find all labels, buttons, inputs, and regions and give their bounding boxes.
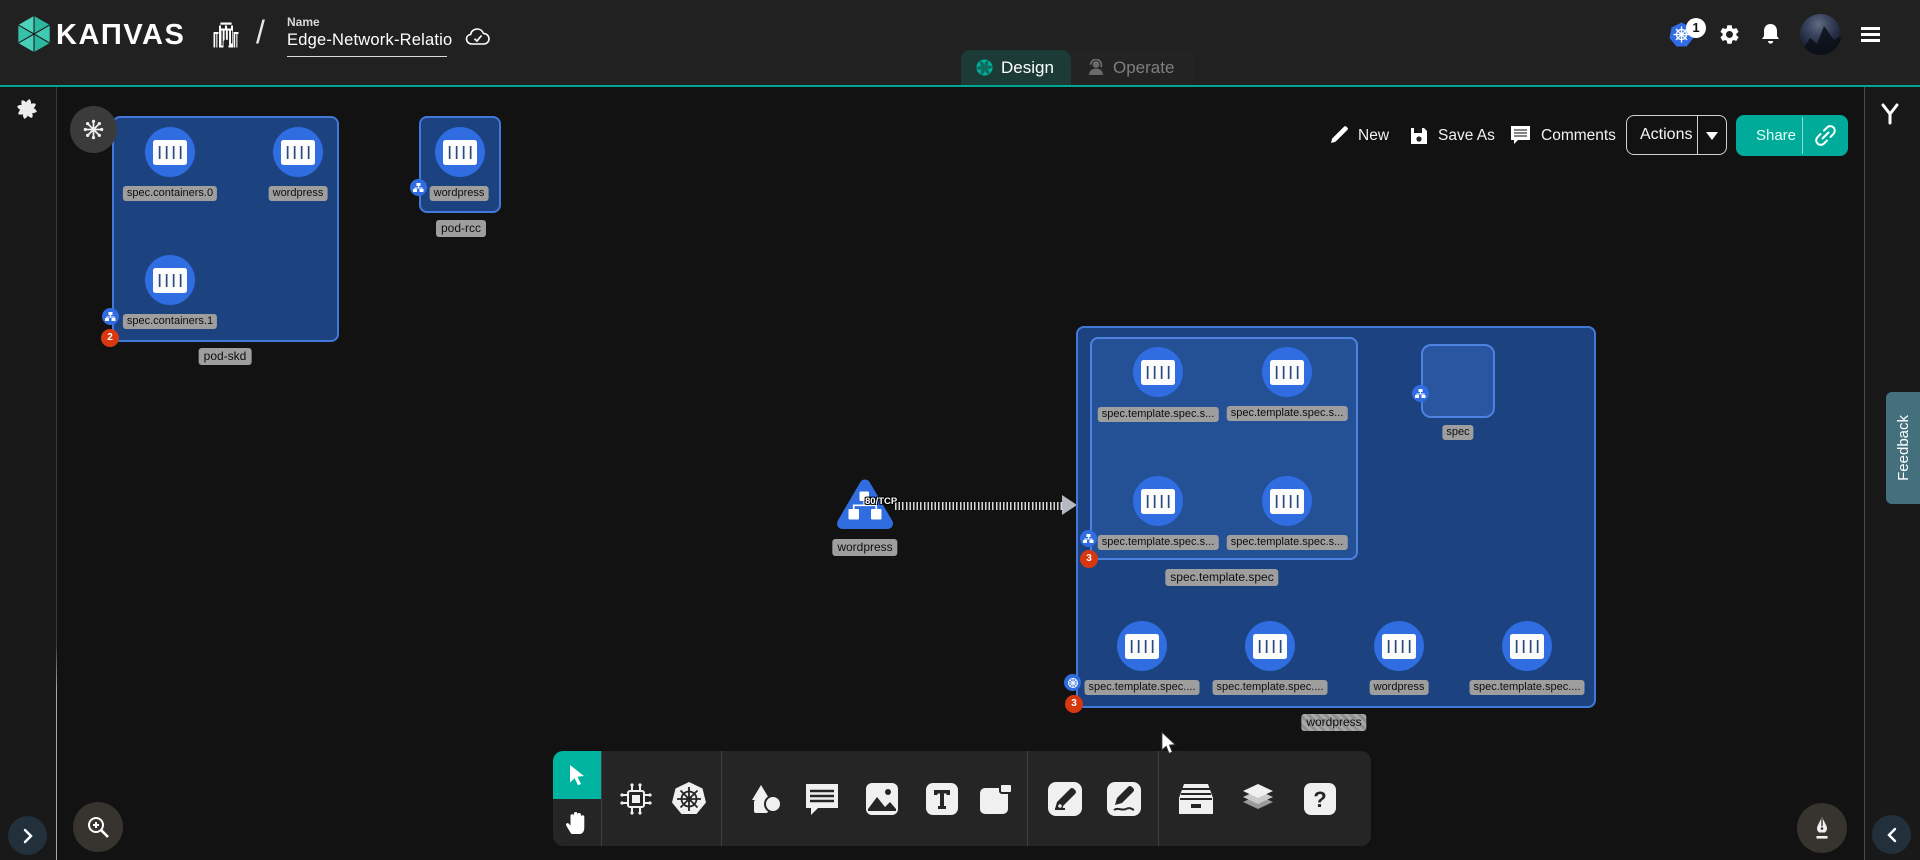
svg-text:?: ? [1313,787,1326,812]
